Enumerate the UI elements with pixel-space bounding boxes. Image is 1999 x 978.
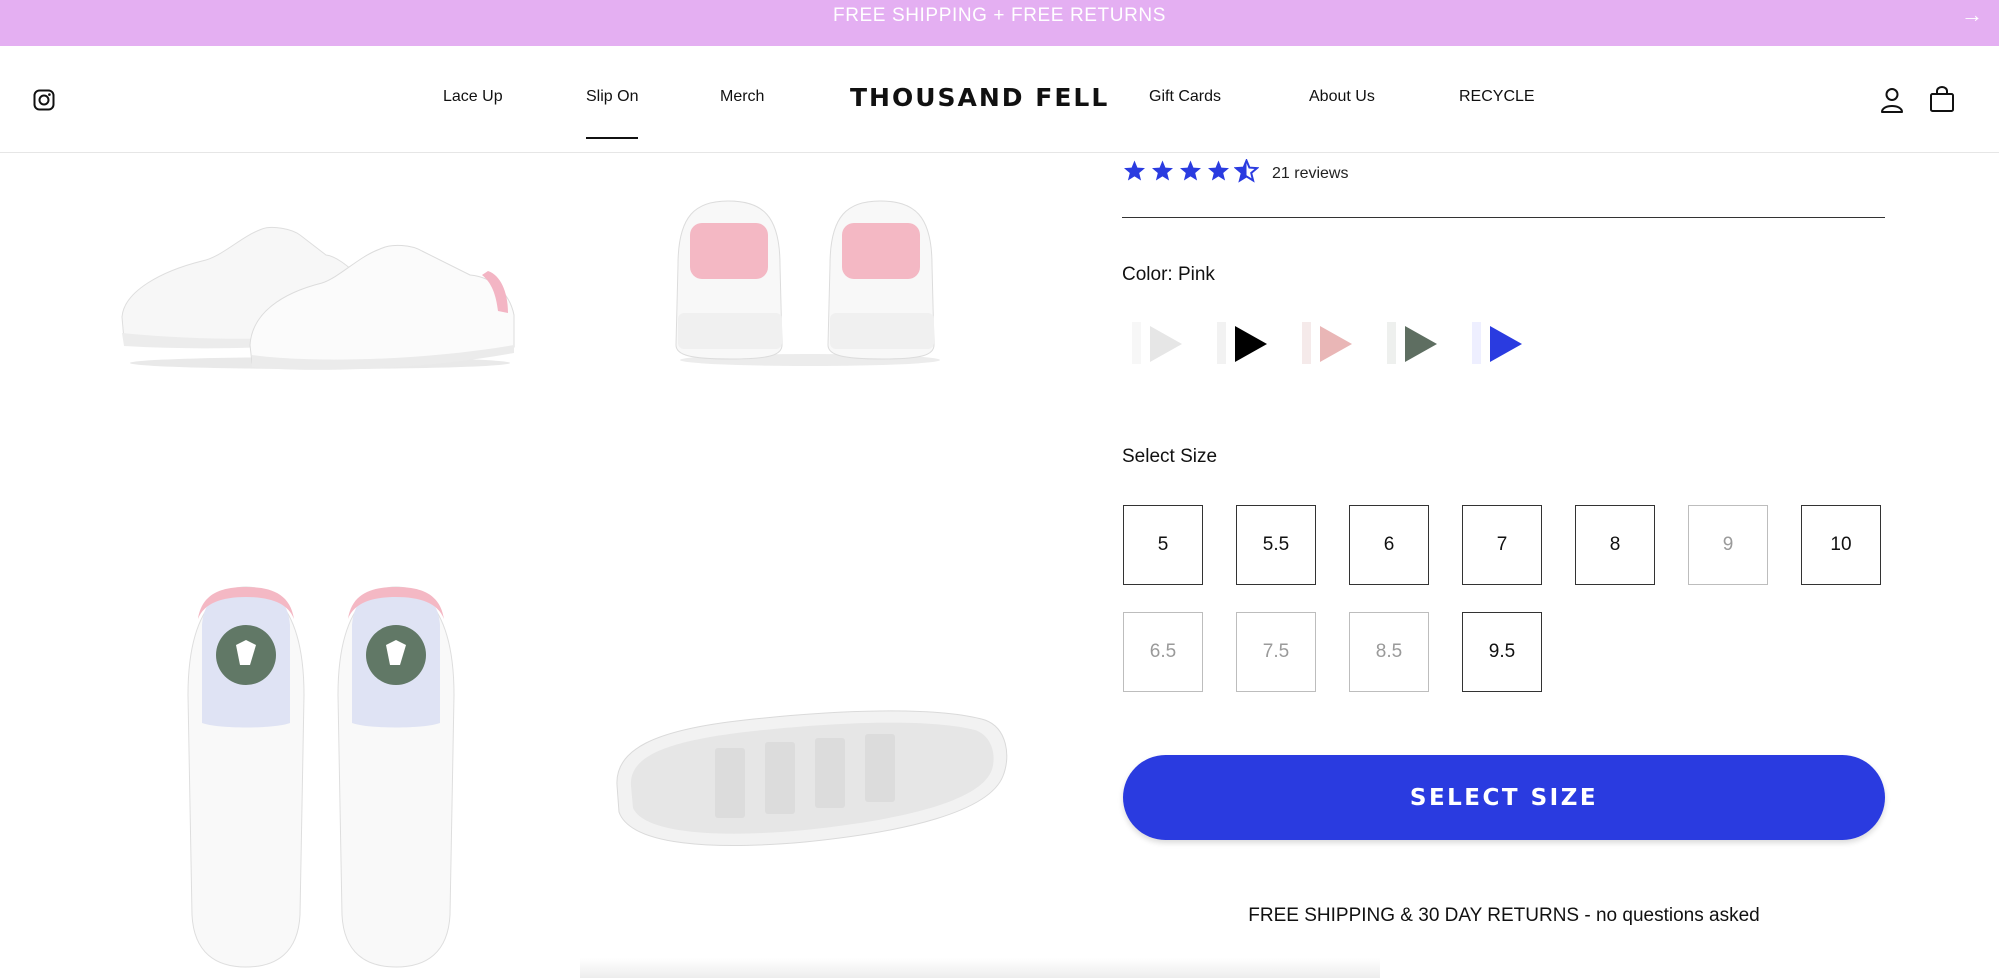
shipping-note: FREE SHIPPING & 30 DAY RETURNS - no ques… <box>1248 905 1760 926</box>
nav-gift-cards[interactable]: Gift Cards <box>1149 88 1221 106</box>
swatch-black[interactable] <box>1215 318 1271 370</box>
size-option-7[interactable]: 7 <box>1462 505 1542 585</box>
swatch-pink[interactable] <box>1300 318 1356 370</box>
site-logo[interactable]: THOUSAND FELL <box>850 83 1109 112</box>
size-option-9[interactable]: 9 <box>1688 505 1768 585</box>
swatch-white[interactable] <box>1130 318 1186 370</box>
nav-merch[interactable]: Merch <box>720 88 764 106</box>
shopping-bag-icon[interactable] <box>1929 86 1955 113</box>
size-label: Select Size <box>1122 446 1218 467</box>
select-size-button[interactable]: SELECT SIZE <box>1123 755 1885 840</box>
product-image-top-view[interactable] <box>170 585 470 970</box>
reviews-link[interactable]: 21 reviews <box>1272 165 1348 183</box>
color-label: Color: Pink <box>1122 264 1215 285</box>
star-icon <box>1124 160 1145 181</box>
product-image-rear-view[interactable] <box>670 195 950 370</box>
product-image-side-view[interactable] <box>110 195 530 370</box>
star-icon <box>1180 160 1201 181</box>
swatch-blue[interactable] <box>1470 318 1526 370</box>
size-option-6-5[interactable]: 6.5 <box>1123 612 1203 692</box>
nav-lace-up[interactable]: Lace Up <box>443 88 503 106</box>
star-icon <box>1152 160 1173 181</box>
nav-recycle[interactable]: RECYCLE <box>1459 88 1535 106</box>
size-option-7-5[interactable]: 7.5 <box>1236 612 1316 692</box>
nav-about-us[interactable]: About Us <box>1309 88 1375 106</box>
site-header: Lace Up Slip On Merch THOUSAND FELL Gift… <box>0 46 1999 153</box>
size-option-9-5[interactable]: 9.5 <box>1462 612 1542 692</box>
product-image-shadow <box>580 958 1380 978</box>
announcement-bar: FREE SHIPPING + FREE RETURNS → <box>0 0 1999 46</box>
account-icon[interactable] <box>1880 87 1904 113</box>
arrow-right-icon[interactable]: → <box>1961 2 1983 28</box>
size-option-5-5[interactable]: 5.5 <box>1236 505 1316 585</box>
size-option-10[interactable]: 10 <box>1801 505 1881 585</box>
product-image-sole[interactable] <box>605 700 1015 860</box>
star-icon <box>1208 160 1229 181</box>
nav-slip-on[interactable]: Slip On <box>586 88 639 139</box>
size-option-8[interactable]: 8 <box>1575 505 1655 585</box>
size-option-5[interactable]: 5 <box>1123 505 1203 585</box>
size-option-6[interactable]: 6 <box>1349 505 1429 585</box>
star-half-icon <box>1234 159 1259 183</box>
rating-stars <box>1122 159 1259 183</box>
size-option-8-5[interactable]: 8.5 <box>1349 612 1429 692</box>
instagram-icon[interactable] <box>33 89 55 111</box>
divider <box>1122 217 1885 218</box>
swatch-green[interactable] <box>1385 318 1441 370</box>
announcement-text: FREE SHIPPING + FREE RETURNS <box>833 5 1166 26</box>
